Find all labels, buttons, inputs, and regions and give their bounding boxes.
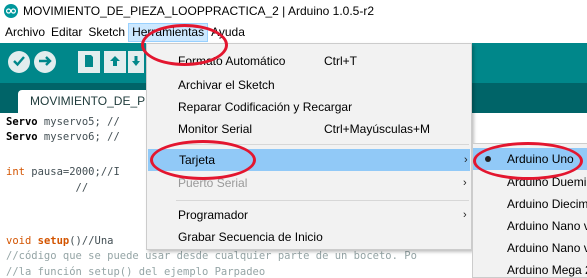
- code-token: ()//Una: [69, 235, 114, 247]
- code-line: int pausa=2000;//I: [6, 166, 120, 178]
- window-title: MOVIMIENTO_DE_PIEZA_LOOPPRACTICA_2 | Ard…: [23, 4, 375, 18]
- board-item-label: Arduino Diecim: [507, 197, 587, 211]
- board-item[interactable]: Arduino Diecim: [473, 193, 587, 215]
- menu-item-label: Grabar Secuencia de Inicio: [178, 230, 323, 244]
- menu-item-label: Archivar el Sketch: [178, 78, 275, 92]
- menu-item-label: Monitor Serial: [178, 122, 253, 136]
- check-icon: [12, 55, 26, 70]
- save-icon: [131, 55, 141, 70]
- new-file-icon: [83, 54, 95, 71]
- chevron-right-icon: ›: [463, 177, 467, 189]
- board-item[interactable]: Arduino Nano v: [473, 215, 587, 237]
- menu-separator: [176, 200, 469, 201]
- title-bar: MOVIMIENTO_DE_PIEZA_LOOPPRACTICA_2 | Ard…: [0, 0, 587, 22]
- annotation-ellipse-arduino-uno: [473, 142, 583, 180]
- board-item[interactable]: Arduino Mega 2: [473, 259, 587, 277]
- menu-archivo[interactable]: Archivo: [2, 23, 48, 42]
- menu-item-label: Reparar Codificación y Recargar: [178, 100, 353, 114]
- board-item-label: Arduino Nano v: [507, 219, 587, 233]
- code-token: Servo: [6, 131, 38, 143]
- code-line: Servo myservo5; //: [6, 116, 120, 128]
- upload-button[interactable]: [34, 51, 56, 73]
- menu-item-label: Programador: [178, 208, 249, 222]
- code-token: Servo: [6, 116, 38, 128]
- code-line: void setup()//Una: [6, 235, 114, 247]
- code-line: //la función setup() del ejemplo Parpade…: [6, 266, 266, 278]
- open-icon: [109, 55, 121, 70]
- code-token: myservo5; //: [37, 116, 120, 128]
- menu-item-shortcut: Ctrl+Mayúsculas+M: [324, 122, 431, 136]
- menu-item-programador[interactable]: Programador ›: [147, 204, 471, 226]
- board-item-label: Arduino Nano v: [507, 241, 587, 255]
- menu-item-shortcut: Ctrl+T: [324, 54, 357, 68]
- verify-button[interactable]: [8, 51, 30, 73]
- code-token: //: [6, 182, 89, 194]
- tab-sketch[interactable]: MOVIMIENTO_DE_P: [18, 90, 158, 113]
- new-button[interactable]: [78, 51, 100, 73]
- code-token: pausa=2000;//I: [24, 166, 120, 178]
- menu-item-monitor-serial[interactable]: Monitor Serial Ctrl+Mayúsculas+M: [147, 118, 471, 140]
- menu-sketch[interactable]: Sketch: [85, 23, 128, 42]
- menu-bar: Archivo Editar Sketch Herramientas Ayuda: [0, 22, 587, 43]
- code-token: myservo6; //: [37, 131, 120, 143]
- code-token: void: [6, 235, 32, 247]
- code-line: //código que se puede usar desde cualqui…: [6, 250, 417, 262]
- code-line: Servo myservo6; //: [6, 131, 120, 143]
- chevron-right-icon: ›: [464, 154, 468, 166]
- arrow-right-icon: [38, 55, 52, 70]
- annotation-ellipse-herramientas: [141, 24, 228, 66]
- board-item-label: Arduino Mega 2: [507, 263, 587, 277]
- menu-item-archivar-sketch[interactable]: Archivar el Sketch: [147, 74, 471, 96]
- save-button[interactable]: [128, 51, 144, 73]
- open-button[interactable]: [104, 51, 126, 73]
- annotation-ellipse-tarjeta: [150, 140, 256, 180]
- code-token: setup: [37, 235, 70, 247]
- menu-item-grabar-secuencia[interactable]: Grabar Secuencia de Inicio: [147, 226, 471, 248]
- chevron-right-icon: ›: [463, 209, 467, 221]
- board-item[interactable]: Arduino Nano v: [473, 237, 587, 259]
- code-token: int: [6, 166, 25, 178]
- code-line: //: [6, 182, 89, 194]
- arduino-logo-icon: [4, 4, 18, 18]
- menu-item-reparar-codificacion[interactable]: Reparar Codificación y Recargar: [147, 96, 471, 118]
- menu-editar[interactable]: Editar: [48, 23, 85, 42]
